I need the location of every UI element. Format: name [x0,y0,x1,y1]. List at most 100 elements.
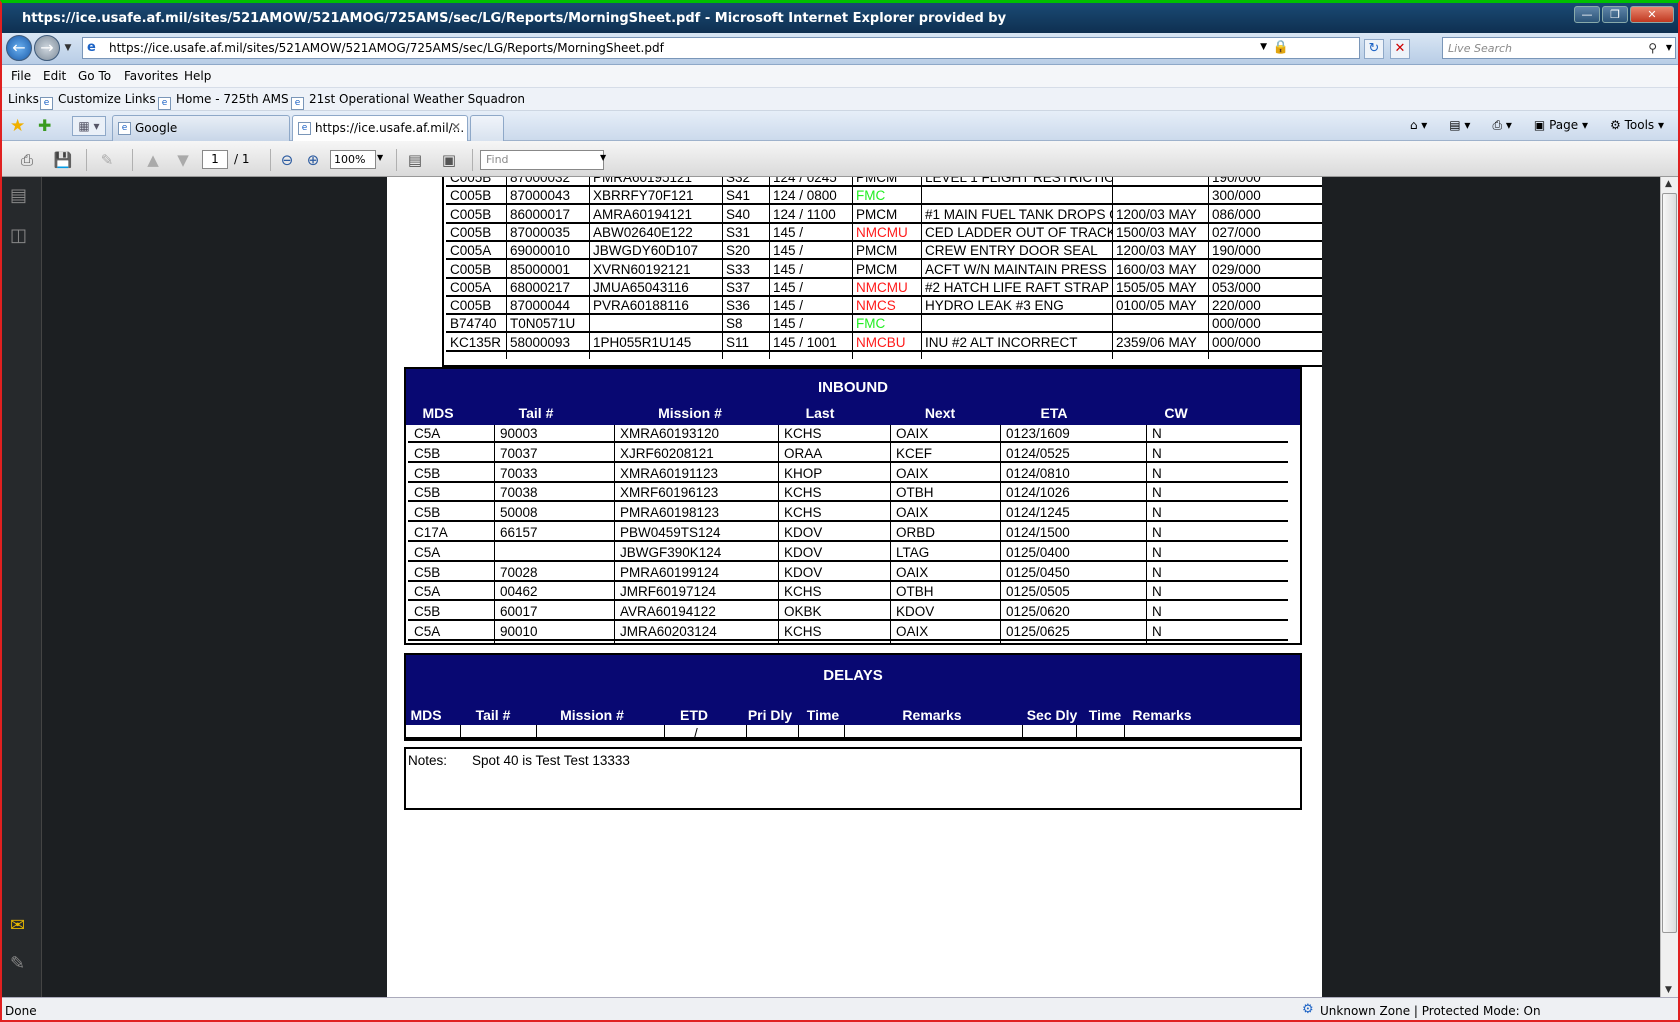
outbound-spot-cell: S32 [726,177,751,185]
outbound-remarks-cell: #2 HATCH LIFE RAFT STRAP [925,279,1110,295]
outbound-table: C005B 87000032 PMRA60195121 S32 124 / 0245 PM… [442,177,1322,367]
delays-column-header: Remarks [1132,707,1192,723]
delays-column-header: Remarks [902,707,962,723]
zone-status[interactable]: Unknown Zone | Protected Mode: On [1320,1004,1541,1018]
zoom-in-icon[interactable]: ⊕ [302,150,324,170]
inbound-tail-cell: 50008 [500,505,538,521]
menu-edit[interactable]: Edit [43,69,66,83]
back-button[interactable]: ← [6,35,32,61]
outbound-remarks-cell: #1 MAIN FUEL TANK DROPS QTY [925,206,1112,222]
inbound-mds-cell: C5A [414,624,441,639]
delays-column-header: Time [1088,707,1122,723]
new-tab-button[interactable] [470,115,504,141]
favorites-star-icon[interactable]: ★ [10,116,25,136]
link-home-725th[interactable]: e Home - 725th AMS [158,92,289,110]
outbound-remarks-cell [921,187,1112,205]
home-icon[interactable]: ⌂ ▾ [1410,118,1427,133]
zoom-dropdown-icon[interactable]: ▼ [377,153,383,162]
pages-icon[interactable]: ▤ [10,185,27,206]
previous-page-icon[interactable]: ▲ [142,150,164,170]
outbound-tail-cell: 68000217 [510,279,571,295]
vertical-scrollbar[interactable]: ▲ ▼ [1660,177,1678,997]
inbound-last-cell: KDOV [784,544,823,560]
inbound-tail-cell [496,544,616,562]
menu-favorites[interactable]: Favorites [124,69,178,83]
outbound-mds-cell: C005B [450,224,492,240]
fit-page-icon[interactable]: ▣ [438,150,460,170]
page-menu[interactable]: ▣ Page ▾ [1534,118,1588,133]
scrollbar-thumb[interactable] [1662,193,1677,933]
tab-pdf[interactable]: e https://ice.usafe.af.mil/... ✕ [292,115,468,141]
find-input[interactable]: Find [480,150,604,170]
inbound-mission-cell: PMRA60198123 [620,505,720,521]
outbound-mission-cell: JBWGDY60D107 [593,243,699,259]
outbound-row: KC135R 58000093 1PH055R1U145 S11 145 / 1001 N… [446,334,1322,352]
link-weather-squadron[interactable]: e 21st Operational Weather Squadron [291,92,525,110]
zoom-field[interactable]: 100% [330,150,376,169]
inbound-next-cell: ORBD [896,525,936,540]
refresh-button[interactable]: ↻ [1364,39,1384,59]
attachments-icon[interactable]: ✎ [10,953,25,974]
outbound-est-fix-cell [1112,177,1208,187]
inbound-row: C17A 66157 PBW0459TS124 KDOV ORBD 0124/1500 N [408,524,1288,542]
feeds-icon[interactable]: ▤ ▾ [1449,118,1470,133]
column-divider [722,177,723,359]
menu-help[interactable]: Help [184,69,211,83]
column-divider [506,177,507,359]
outbound-mds-cell: C005B [450,206,492,222]
link-customize-links[interactable]: e Customize Links [40,92,156,110]
page-icon: e [291,97,304,110]
tab-close-icon[interactable]: ✕ [451,120,461,134]
minimize-icon[interactable]: — [1574,6,1600,23]
outbound-spot-cell: S8 [726,316,743,332]
delays-section: DELAYS MDS Tail # Mission # ETD Pri Dly Time Re… [404,653,1302,741]
inbound-next-cell: KCEF [896,445,933,461]
find-dropdown-icon[interactable]: ▼ [600,153,606,162]
print-icon[interactable]: ⎙ [16,150,38,170]
column-divider [614,425,615,643]
fit-width-icon[interactable]: ▤ [404,150,426,170]
history-dropdown-icon[interactable]: ▼ [62,35,74,61]
lock-icon[interactable]: 🔒 [1273,40,1289,55]
outbound-est-fix-cell: 1600/03 MAY [1116,261,1197,277]
search-dropdown-icon[interactable]: ▼ [1666,43,1672,52]
menu-go-to[interactable]: Go To [78,69,111,83]
tab-google[interactable]: e Google [112,115,290,141]
tools-menu[interactable]: ⚙ Tools ▾ [1610,118,1664,133]
print-icon[interactable]: ⎙ ▾ [1492,118,1511,133]
address-bar: ← → ▼ e https://ice.usafe.af.mil/sites/5… [2,33,1678,65]
search-input[interactable]: Live Search ⚲ ▼ [1442,37,1676,59]
stop-button[interactable]: ✕ [1390,39,1410,59]
outbound-hours-cell: 300/000 [1212,188,1261,204]
save-icon[interactable]: 💾 [52,150,74,170]
close-icon[interactable]: ✕ [1630,6,1674,23]
search-icon[interactable]: ⚲ [1648,41,1657,55]
outbound-hours-cell: 029/000 [1212,261,1261,277]
next-page-icon[interactable]: ▼ [172,150,194,170]
scroll-up-icon[interactable]: ▲ [1665,179,1672,189]
outbound-est-fix-cell [1112,187,1208,205]
comments-icon[interactable]: ✉ [10,915,25,936]
page-number-input[interactable]: 1 [202,150,228,169]
comment-icon[interactable]: ✎ [96,150,118,170]
menu-bar: File Edit Go To Favorites Help [2,65,1678,88]
url-dropdown-icon[interactable]: ▼ [1260,42,1267,52]
menu-file[interactable]: File [11,69,31,83]
outbound-departure-cell: 145 / [773,316,804,332]
inbound-next-cell: OAIX [896,505,929,521]
zoom-out-icon[interactable]: ⊖ [276,150,298,170]
url-field[interactable]: e https://ice.usafe.af.mil/sites/521AMOW… [82,37,1360,59]
bookmarks-icon[interactable]: ◫ [10,225,27,246]
forward-button[interactable]: → [34,35,60,61]
quick-tabs-button[interactable]: ▦ ▾ [72,116,106,136]
outbound-status-cell: NMCBU [856,334,906,350]
inbound-eta-cell: 0125/0505 [1006,584,1070,600]
inbound-eta-cell: 0124/0525 [1006,445,1070,461]
outbound-remarks-cell: HYDRO LEAK #3 ENG [925,298,1064,314]
outbound-mission-cell: XVRN60192121 [593,261,691,277]
scroll-down-icon[interactable]: ▼ [1665,985,1672,995]
title-bar: https://ice.usafe.af.mil/sites/521AMOW/5… [2,3,1678,37]
outbound-status-cell: PMCM [856,243,898,259]
add-favorite-icon[interactable]: ✚ [38,116,51,135]
maximize-icon[interactable]: ❐ [1602,6,1628,23]
